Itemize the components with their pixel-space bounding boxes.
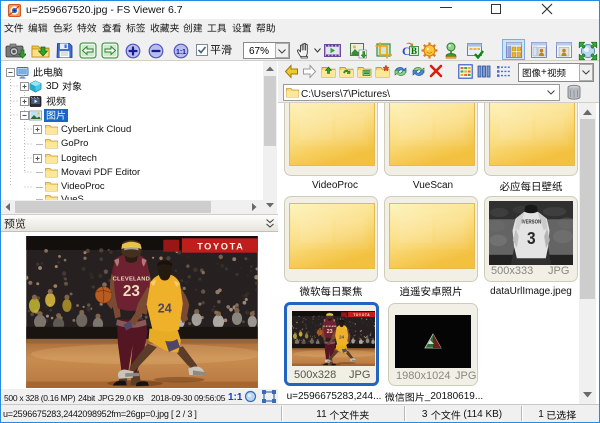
- svg-text:B: B: [411, 46, 417, 56]
- svg-text:1:1: 1:1: [176, 49, 186, 56]
